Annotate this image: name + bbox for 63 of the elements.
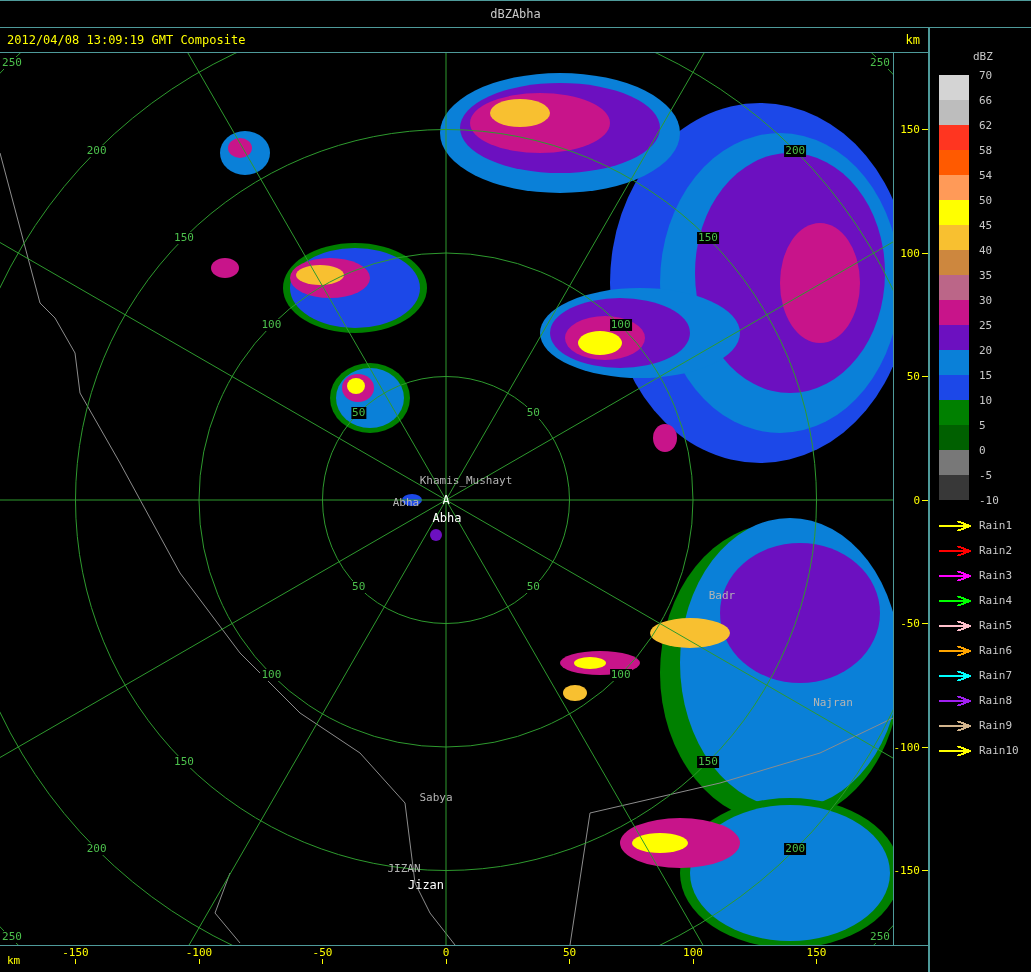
- scale-label: 15: [979, 368, 994, 384]
- place-label: Jizan: [407, 878, 445, 892]
- scale-label: 62: [979, 118, 994, 134]
- scale-label: -5: [979, 468, 994, 484]
- ring-label: 250: [1, 57, 23, 70]
- track-label: Rain5: [979, 619, 1013, 632]
- place-label: Abha: [432, 511, 462, 525]
- axis-tick-label: 50: [906, 370, 920, 383]
- track-label: Rain6: [979, 644, 1013, 657]
- track-label: Rain10: [979, 744, 1019, 757]
- track-label: Rain2: [979, 544, 1013, 557]
- scale-label: 40: [979, 243, 994, 259]
- track-label: Rain8: [979, 694, 1013, 707]
- timestamp-label: 2012/04/08 13:09:19 GMT Composite: [7, 33, 246, 47]
- axis-tick-label: -50: [312, 946, 333, 959]
- ring-label: 250: [869, 57, 891, 70]
- ring-label: 100: [260, 319, 283, 332]
- scale-label: 20: [979, 343, 994, 359]
- scale-label: -10: [979, 493, 999, 509]
- axis-tick-label: 100: [900, 246, 920, 260]
- axis-unit-label: km: [7, 954, 21, 967]
- place-label: Abha: [392, 495, 420, 509]
- scale-label: 30: [979, 293, 994, 309]
- axis-tick-label: 0: [442, 946, 450, 959]
- ring-label: 200: [784, 843, 807, 856]
- axis-tick-label: 0: [913, 493, 920, 507]
- scale-label: 25: [979, 318, 994, 334]
- scale-label: 45: [979, 218, 994, 234]
- place-label: Sabya: [419, 790, 453, 804]
- scale-label: 35: [979, 268, 994, 284]
- axis-tick-label: -150: [62, 946, 89, 959]
- axis-tick-label: 100: [683, 946, 703, 959]
- radar-site-label: A: [442, 493, 450, 507]
- scale-label: 50: [979, 193, 994, 209]
- ring-label: 150: [697, 232, 719, 244]
- axis-unit-label: km: [905, 33, 920, 47]
- legend-title: dBZ: [973, 50, 993, 63]
- axis-tick-label: -100: [893, 740, 920, 754]
- scale-label: 58: [979, 143, 994, 159]
- scale-label: 5: [979, 418, 987, 434]
- axis-tick-label: -150: [893, 864, 920, 877]
- scale-label: 10: [979, 393, 994, 409]
- track-label: Rain4: [979, 594, 1013, 607]
- scale-label: 70: [979, 68, 994, 84]
- ring-label: 100: [609, 319, 632, 332]
- axis-tick-label: 150: [806, 946, 827, 959]
- axis-tick-label: 150: [900, 123, 920, 136]
- ring-label: 50: [525, 581, 541, 594]
- ring-label: 200: [85, 843, 108, 856]
- scale-label: 0: [979, 443, 987, 459]
- track-label: Rain9: [979, 719, 1013, 732]
- track-label: Rain7: [979, 669, 1013, 682]
- place-label: Najran: [813, 695, 853, 709]
- scale-label: 54: [979, 168, 994, 184]
- axis-tick-label: -100: [185, 946, 213, 959]
- track-label: Rain3: [979, 569, 1013, 582]
- axis-tick-label: 50: [562, 946, 577, 959]
- track-label: Rain1: [979, 519, 1013, 532]
- scale-label: 66: [979, 93, 994, 109]
- window-title: dBZAbha: [490, 7, 541, 21]
- axis-tick-label: -50: [900, 617, 920, 630]
- ring-label: 50: [351, 581, 367, 594]
- ring-label: 150: [173, 232, 195, 244]
